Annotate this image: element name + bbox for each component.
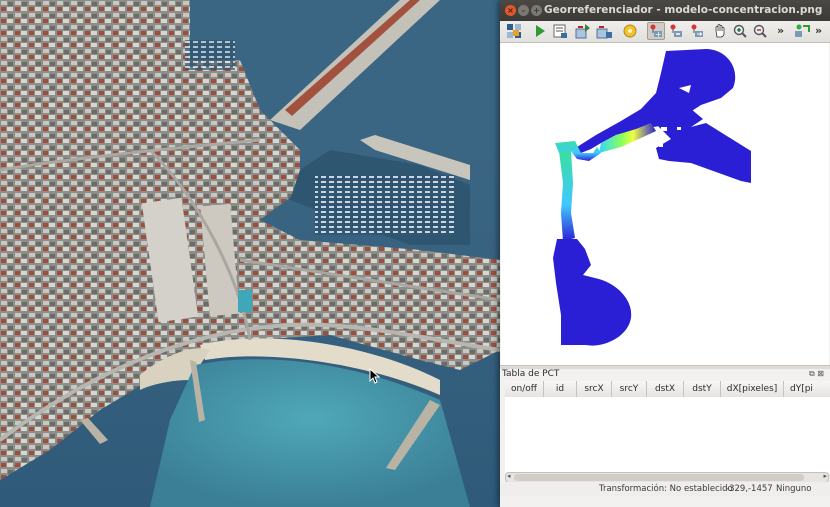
raster-canvas[interactable] <box>501 43 829 365</box>
scrollbar-thumb[interactable] <box>514 474 804 481</box>
load-points-icon[interactable] <box>575 23 591 39</box>
mouse-cursor-icon <box>369 368 381 384</box>
georef-toolbar: + » » <box>500 21 830 43</box>
window-bottom-edge <box>500 496 830 507</box>
link-icon[interactable] <box>794 23 810 39</box>
pan-icon[interactable] <box>712 23 728 39</box>
coordinates-readout: -329,-1457 <box>726 484 773 494</box>
close-button[interactable]: × <box>505 5 516 16</box>
column-header-id[interactable]: id <box>544 381 577 397</box>
zoom-out-icon[interactable] <box>752 23 768 39</box>
concentration-model-image <box>553 49 751 346</box>
open-raster-icon[interactable] <box>506 23 522 39</box>
column-header-onoff[interactable]: on/off <box>505 381 544 397</box>
generate-script-icon[interactable] <box>552 23 568 39</box>
column-header-srcy[interactable]: srcY <box>612 381 647 397</box>
column-header-dsty[interactable]: dstY <box>684 381 721 397</box>
move-point-icon[interactable] <box>689 23 705 39</box>
zoom-in-icon[interactable] <box>732 23 748 39</box>
add-point-icon[interactable]: + <box>647 22 665 40</box>
window-title-bar[interactable]: × – + Georreferenciador - modelo-concent… <box>500 0 830 21</box>
toolbar-overflow-1[interactable]: » <box>777 23 784 39</box>
delete-point-icon[interactable] <box>668 23 684 39</box>
column-header-dx-pixels[interactable]: dX[pixeles] <box>721 381 784 397</box>
gcp-table-header: on/off id srcX srcY dstX dstY dX[pixeles… <box>505 381 830 398</box>
window-title: Georreferenciador - modelo-concentracion… <box>544 4 823 16</box>
scroll-left-icon[interactable]: ◂ <box>507 472 511 480</box>
settings-icon[interactable] <box>622 23 638 39</box>
maximize-button[interactable]: + <box>531 5 542 16</box>
crs-status[interactable]: Ninguno <box>776 482 811 496</box>
svg-text:+: + <box>655 30 662 39</box>
save-points-icon[interactable] <box>596 23 612 39</box>
panel-float-close-buttons[interactable]: ⧉ ⊠ <box>809 369 824 379</box>
gcp-table-body[interactable] <box>505 397 830 472</box>
transform-status: Transformación: No establecido <box>599 484 733 494</box>
column-header-dstx[interactable]: dstX <box>647 381 684 397</box>
start-georef-icon[interactable] <box>532 23 548 39</box>
scroll-right-icon[interactable]: ▸ <box>823 472 827 480</box>
status-bar: Transformación: No establecido -329,-145… <box>500 482 830 496</box>
minimize-button[interactable]: – <box>518 5 529 16</box>
toolbar-overflow-2[interactable]: » <box>815 23 822 39</box>
gcp-panel-title: Tabla de PCT <box>502 369 560 379</box>
column-header-dy-pixels[interactable]: dY[pi <box>784 381 830 397</box>
column-header-srcx[interactable]: srcX <box>577 381 612 397</box>
georeferencer-window: × – + Georreferenciador - modelo-concent… <box>500 0 830 507</box>
